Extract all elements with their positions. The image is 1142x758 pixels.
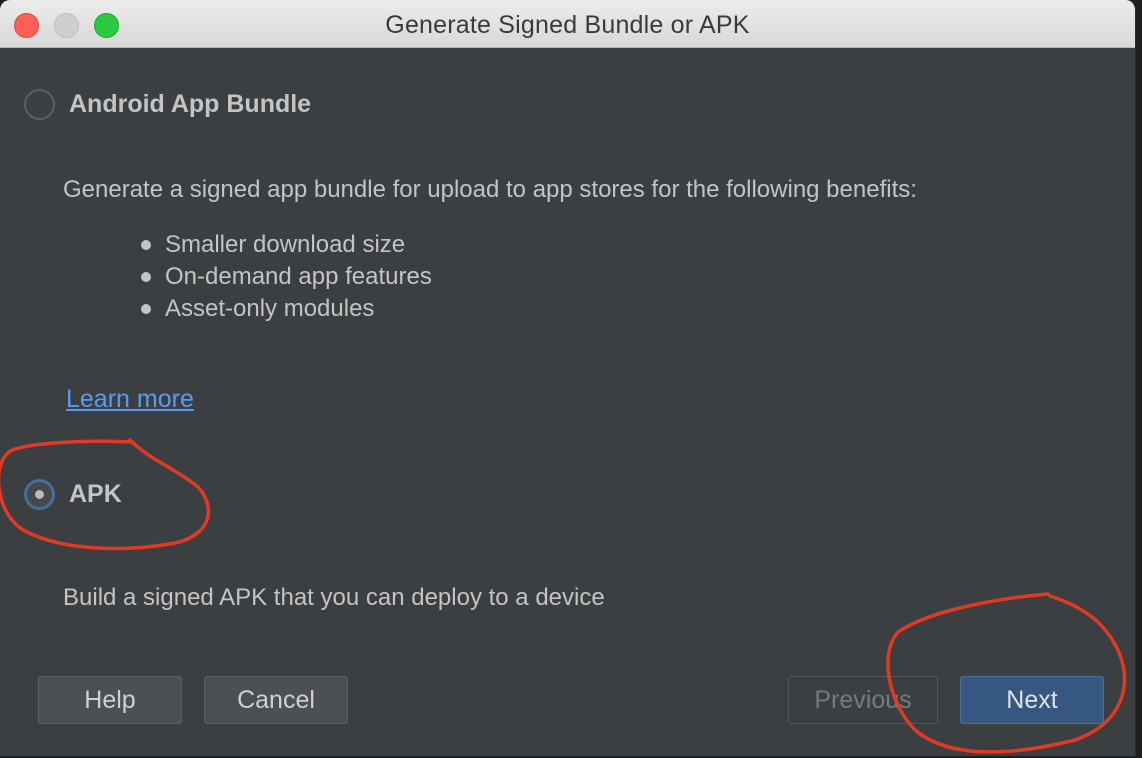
benefits-list: Smaller download size On-demand app feat… bbox=[137, 229, 432, 325]
bundle-description: Generate a signed app bundle for upload … bbox=[63, 176, 917, 203]
cancel-button[interactable]: Cancel bbox=[204, 676, 348, 724]
list-item: Asset-only modules bbox=[137, 293, 432, 325]
next-button[interactable]: Next bbox=[960, 676, 1104, 724]
bundle-radio[interactable] bbox=[24, 89, 55, 120]
list-item: Smaller download size bbox=[137, 229, 432, 261]
previous-button[interactable]: Previous bbox=[788, 676, 938, 724]
bundle-option[interactable]: Android App Bundle bbox=[24, 89, 311, 120]
bullet-icon bbox=[141, 272, 151, 282]
apk-option[interactable]: APK bbox=[24, 479, 122, 510]
apk-radio-label[interactable]: APK bbox=[69, 480, 122, 509]
dialog-window: Generate Signed Bundle or APK Android Ap… bbox=[0, 0, 1136, 756]
window-title: Generate Signed Bundle or APK bbox=[385, 11, 750, 39]
bullet-icon bbox=[141, 304, 151, 314]
list-item: On-demand app features bbox=[137, 261, 432, 293]
learn-more-link[interactable]: Learn more bbox=[66, 385, 194, 414]
help-button[interactable]: Help bbox=[38, 676, 182, 724]
bullet-icon bbox=[141, 240, 151, 250]
apk-radio[interactable] bbox=[24, 479, 55, 510]
bundle-radio-label[interactable]: Android App Bundle bbox=[69, 90, 311, 119]
apk-description: Build a signed APK that you can deploy t… bbox=[63, 584, 605, 611]
title-bar: Generate Signed Bundle or APK bbox=[0, 0, 1135, 48]
